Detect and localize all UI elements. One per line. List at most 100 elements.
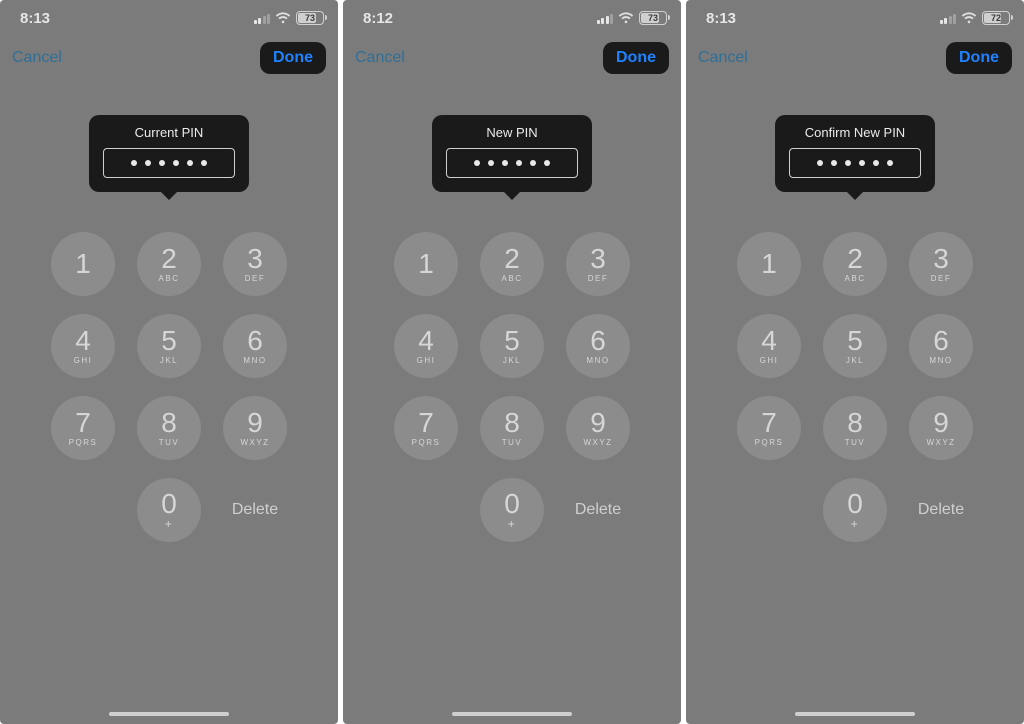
- pin-dot: [145, 160, 151, 166]
- keypad-key-9[interactable]: 9 WXYZ: [566, 396, 630, 460]
- keypad-key-8[interactable]: 8TUV: [480, 396, 544, 460]
- key-letters: WXYZ: [583, 439, 612, 447]
- keypad-key-0[interactable]: 0+: [480, 478, 544, 542]
- key-digit: 8: [847, 409, 863, 437]
- done-button[interactable]: Done: [946, 42, 1012, 74]
- numeric-keypad: 1 2ABC 3 DEF 4GHI 5JKL 6 MNO 7 PQRS 8TUV 9 WXYZ 0+ Del…: [394, 232, 630, 542]
- keypad-key-3[interactable]: 3DEF: [223, 232, 287, 296]
- keypad-key-9[interactable]: 9WXYZ: [223, 396, 287, 460]
- status-indicators: 73: [597, 11, 668, 25]
- delete-button[interactable]: Delete: [232, 501, 278, 519]
- done-button[interactable]: Done: [603, 42, 669, 74]
- cancel-button[interactable]: Cancel: [12, 49, 62, 67]
- keypad-key-4[interactable]: 4GHI: [51, 314, 115, 378]
- pin-field[interactable]: [789, 148, 921, 178]
- keypad-key-3[interactable]: 3DEF: [909, 232, 973, 296]
- cancel-button[interactable]: Cancel: [355, 49, 405, 67]
- pin-dot: [845, 160, 851, 166]
- keypad-key-7[interactable]: 7PQRS: [51, 396, 115, 460]
- key-letters: TUV: [159, 439, 180, 447]
- key-digit: 5: [847, 327, 863, 355]
- home-indicator[interactable]: [109, 712, 229, 717]
- keypad-key-5[interactable]: 5JKL: [137, 314, 201, 378]
- pin-dot: [474, 160, 480, 166]
- keypad-key-6[interactable]: 6 MNO: [566, 314, 630, 378]
- pin-field[interactable]: [103, 148, 235, 178]
- keypad-key-4[interactable]: 4GHI: [737, 314, 801, 378]
- key-digit: 6: [590, 327, 606, 355]
- key-letters: TUV: [845, 439, 866, 447]
- key-digit: 7: [418, 409, 434, 437]
- key-digit: 3: [590, 245, 606, 273]
- key-digit: 9: [590, 409, 606, 437]
- key-digit: 4: [761, 327, 777, 355]
- battery-percentage: 72: [991, 13, 1001, 23]
- keypad-key-7[interactable]: 7 PQRS: [737, 396, 801, 460]
- keypad-key-6[interactable]: 6MNO: [909, 314, 973, 378]
- key-digit: 5: [504, 327, 520, 355]
- pin-dot: [488, 160, 494, 166]
- key-letters: JKL: [846, 357, 864, 365]
- key-digit: 2: [161, 245, 177, 273]
- status-bar: 8:13 73: [0, 0, 338, 36]
- key-digit: 7: [761, 409, 777, 437]
- delete-button[interactable]: Delete: [575, 501, 621, 519]
- pin-dot: [502, 160, 508, 166]
- nav-bar: Cancel Done: [0, 36, 338, 80]
- pin-dot: [544, 160, 550, 166]
- keypad-key-5[interactable]: 5JKL: [480, 314, 544, 378]
- battery-percentage: 73: [305, 13, 315, 23]
- keypad-key-6[interactable]: 6MNO: [223, 314, 287, 378]
- key-letters: ABC: [845, 275, 866, 283]
- pin-dot: [873, 160, 879, 166]
- key-letters: DEF: [588, 275, 609, 283]
- cancel-button[interactable]: Cancel: [698, 49, 748, 67]
- home-indicator[interactable]: [452, 712, 572, 717]
- key-digit: 4: [75, 327, 91, 355]
- status-time: 8:13: [706, 10, 736, 27]
- pin-field[interactable]: [446, 148, 578, 178]
- pin-entry-tooltip: New PIN: [432, 115, 592, 192]
- keypad-key-0[interactable]: 0+: [137, 478, 201, 542]
- battery-icon: 73: [296, 11, 324, 25]
- wifi-icon: [275, 12, 291, 24]
- pin-dot: [159, 160, 165, 166]
- key-digit: 0: [504, 490, 520, 518]
- cellular-signal-icon: [254, 13, 271, 24]
- key-letters: WXYZ: [240, 439, 269, 447]
- keypad-key-2[interactable]: 2ABC: [823, 232, 887, 296]
- home-indicator[interactable]: [795, 712, 915, 717]
- key-digit: 6: [247, 327, 263, 355]
- keypad-key-9[interactable]: 9WXYZ: [909, 396, 973, 460]
- wifi-icon: [961, 12, 977, 24]
- numeric-keypad: 1 2ABC 3DEF 4GHI 5 JKL 6MNO 7 PQRS 8 TUV 9WXYZ 0+ Del…: [737, 232, 973, 542]
- key-letters: +: [165, 518, 174, 530]
- key-letters: PQRS: [412, 439, 441, 447]
- key-letters: MNO: [586, 357, 609, 365]
- keypad-key-5[interactable]: 5 JKL: [823, 314, 887, 378]
- keypad-key-2[interactable]: 2ABC: [137, 232, 201, 296]
- done-button[interactable]: Done: [260, 42, 326, 74]
- key-letters: ABC: [502, 275, 523, 283]
- nav-bar: Cancel Done: [686, 36, 1024, 80]
- keypad-key-0[interactable]: 0+: [823, 478, 887, 542]
- keypad-key-8[interactable]: 8 TUV: [823, 396, 887, 460]
- key-digit: 3: [247, 245, 263, 273]
- keypad-key-4[interactable]: 4GHI: [394, 314, 458, 378]
- keypad-key-7[interactable]: 7 PQRS: [394, 396, 458, 460]
- cellular-signal-icon: [597, 13, 614, 24]
- keypad-key-8[interactable]: 8TUV: [137, 396, 201, 460]
- key-letters: PQRS: [755, 439, 784, 447]
- keypad-key-3[interactable]: 3 DEF: [566, 232, 630, 296]
- keypad-key-2[interactable]: 2ABC: [480, 232, 544, 296]
- key-digit: 4: [418, 327, 434, 355]
- keypad-key-1[interactable]: 1: [394, 232, 458, 296]
- key-digit: 0: [847, 490, 863, 518]
- wifi-icon: [618, 12, 634, 24]
- delete-button[interactable]: Delete: [918, 501, 964, 519]
- keypad-key-1[interactable]: 1: [51, 232, 115, 296]
- keypad-key-1[interactable]: 1: [737, 232, 801, 296]
- battery-icon: 72: [982, 11, 1010, 25]
- key-letters: JKL: [160, 357, 178, 365]
- key-letters: +: [851, 518, 860, 530]
